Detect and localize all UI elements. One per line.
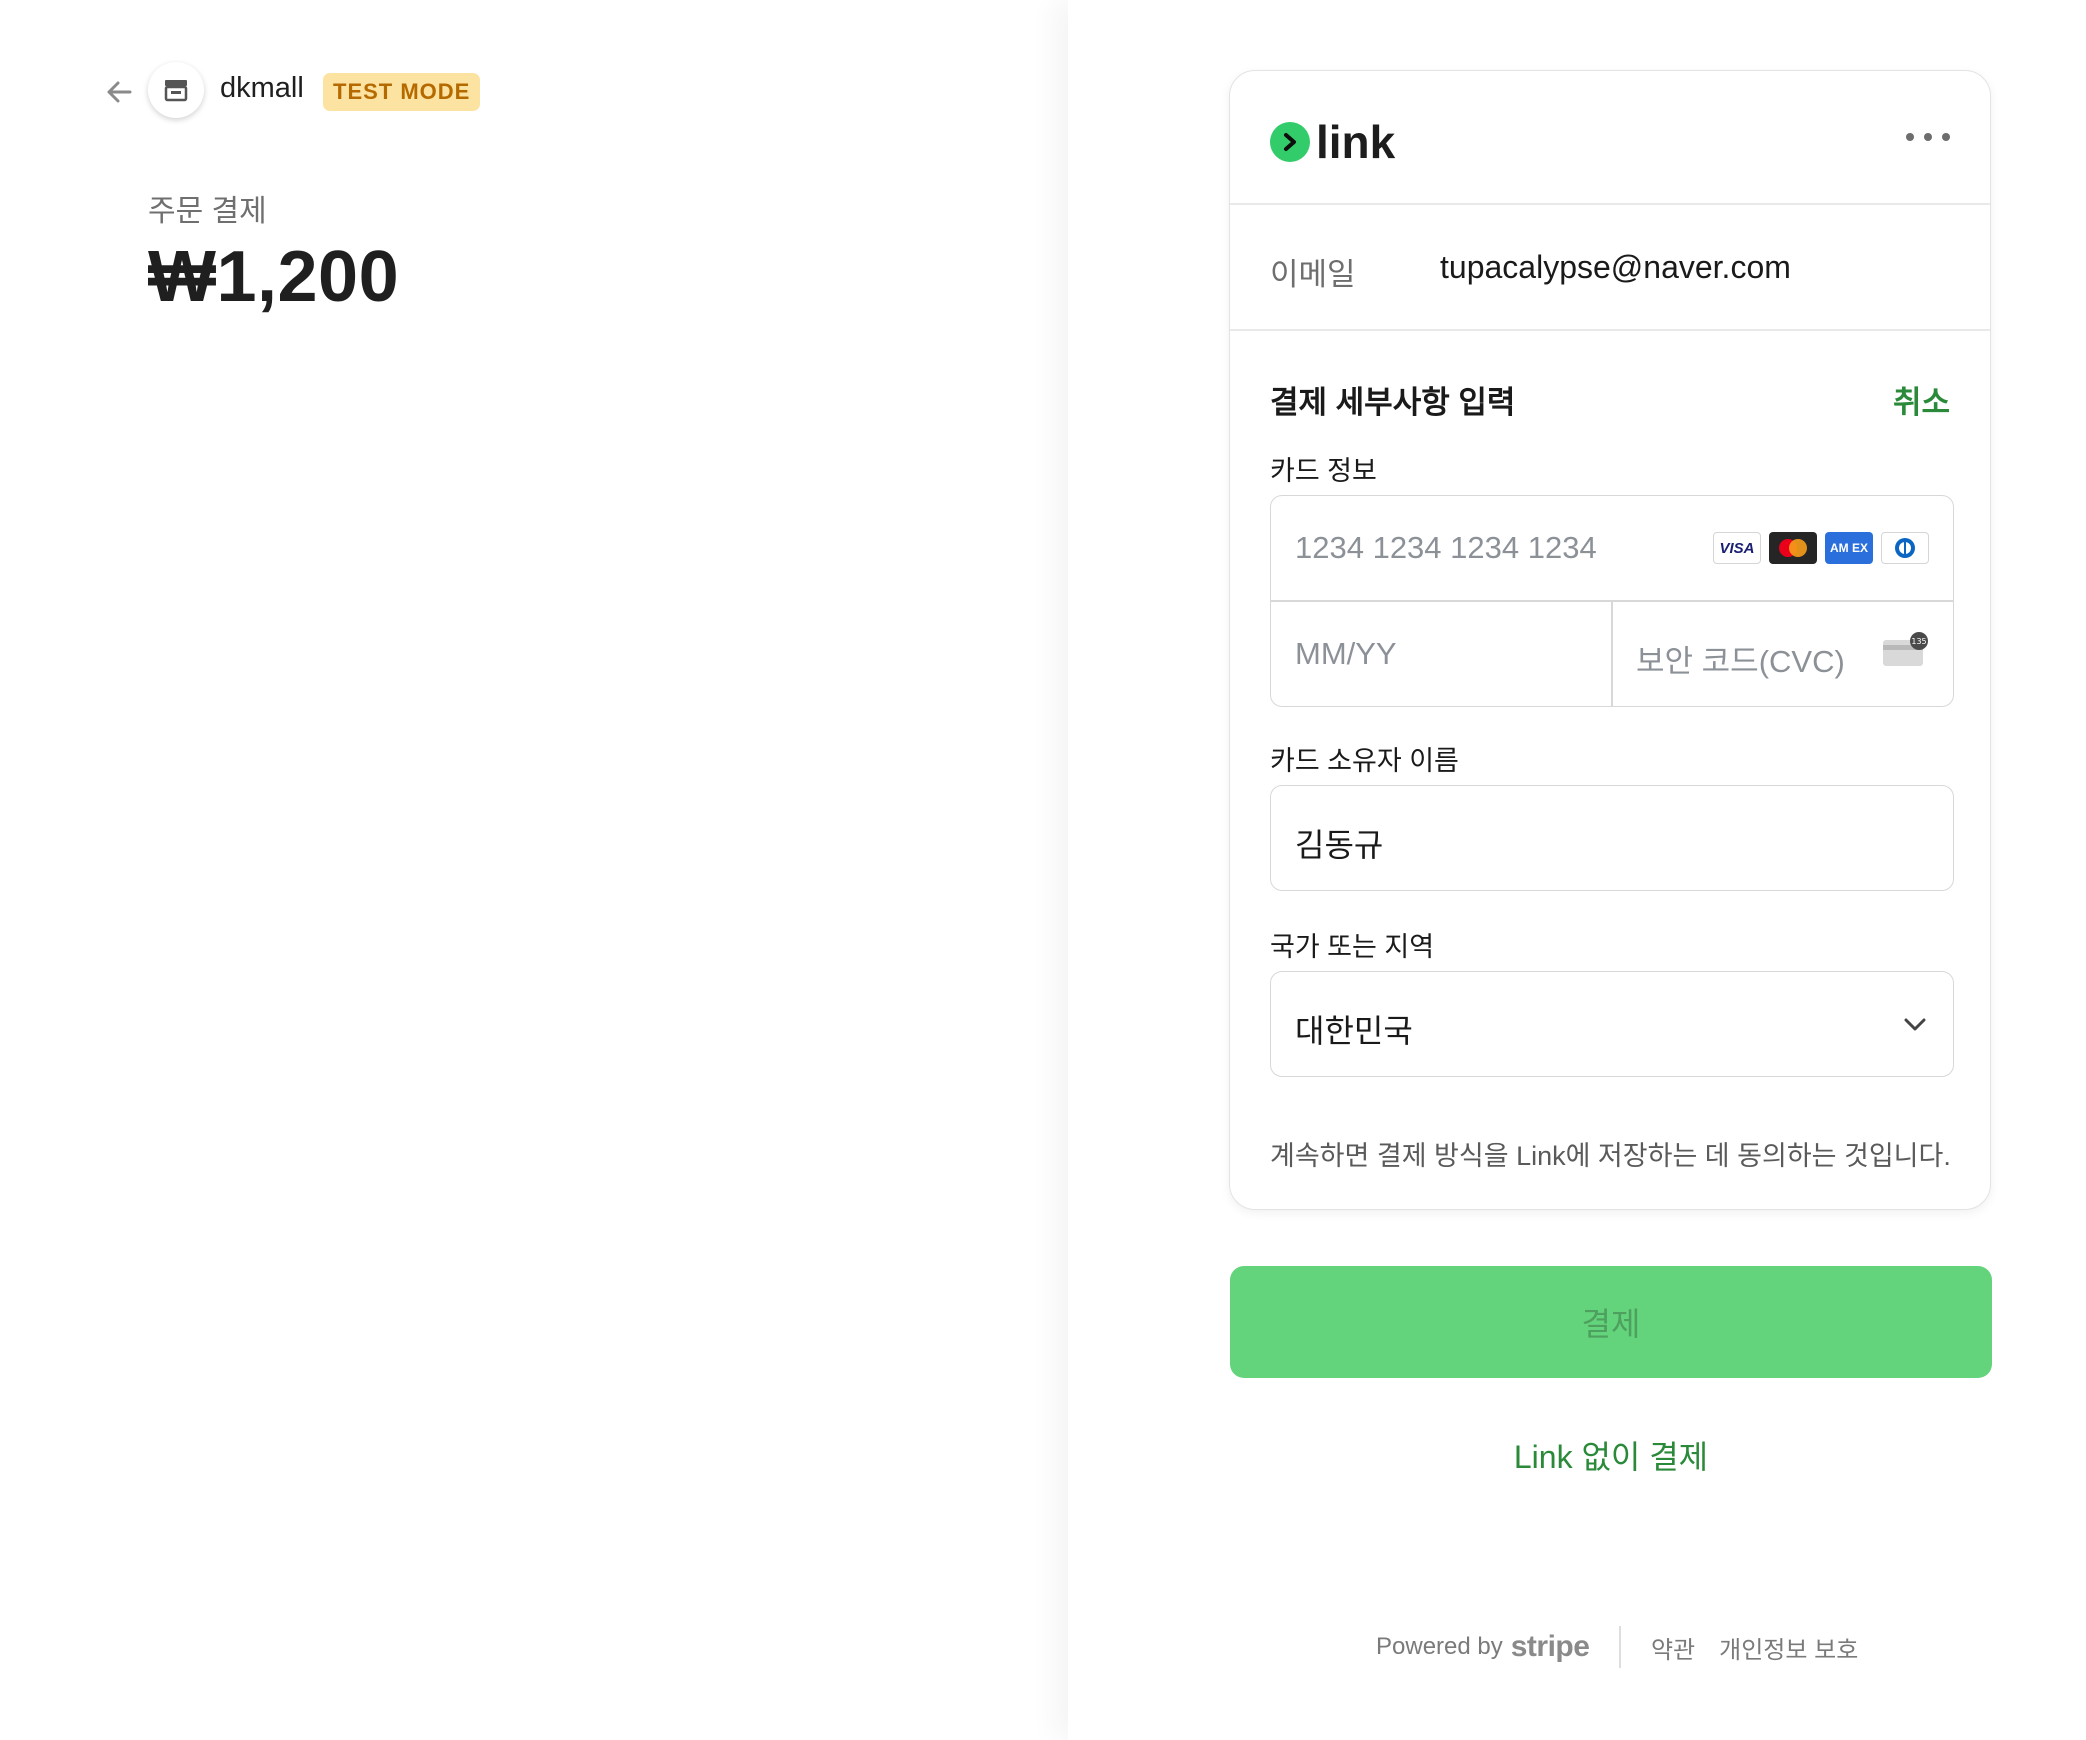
cardholder-label: 카드 소유자 이름 [1270,746,1459,776]
order-label: 주문 결제 [148,195,267,228]
divider [1611,601,1613,706]
cvc-card-icon: 135 [1881,632,1929,673]
order-amount: ₩1,200 [148,237,400,317]
visa-icon: VISA [1713,532,1761,564]
pay-button[interactable]: 결제 [1230,1266,1992,1378]
cvc-icon-text: 135 [1911,637,1926,646]
terms-link[interactable]: 약관 [1651,1630,1695,1665]
merchant-avatar [148,62,204,118]
card-info-label: 카드 정보 [1270,456,1377,486]
divider [1619,1626,1621,1668]
mastercard-icon [1769,532,1817,564]
link-arrow-icon [1270,122,1310,162]
powered-by-text: Powered by [1376,1633,1503,1660]
cardholder-name-value: 김동규 [1295,827,1384,863]
divider [1230,329,1990,331]
card-info-group: 1234 1234 1234 1234 VISA AM EX MM/YY 보안 … [1270,495,1954,707]
cancel-link[interactable]: 취소 [1893,377,1950,422]
consent-text: 계속하면 결제 방식을 Link에 저장하는 데 동의하는 것입니다. [1270,1141,1951,1171]
chevron-down-icon [1904,1018,1926,1031]
card-number-input[interactable]: 1234 1234 1234 1234 [1295,530,1597,566]
more-options-icon[interactable] [1906,123,1950,151]
back-arrow-icon[interactable] [104,74,134,110]
cvc-input[interactable]: 보안 코드(CVC) [1636,636,1845,681]
email-label: 이메일 [1270,257,1356,292]
stripe-logo[interactable]: stripe [1511,1630,1590,1664]
store-icon [164,80,188,102]
link-card: link 이메일 tupacalypse@naver.com 결제 세부사항 입… [1229,70,1991,1210]
section-title: 결제 세부사항 입력 [1270,385,1516,420]
expiry-input[interactable]: MM/YY [1295,636,1397,672]
merchant-name: dkmall [220,72,304,104]
order-summary-pane: dkmall TEST MODE 주문 결제 ₩1,200 [0,0,1068,1740]
email-value: tupacalypse@naver.com [1440,249,1791,285]
cardholder-name-input[interactable]: 김동규 [1270,785,1954,891]
country-label: 국가 또는 지역 [1270,932,1435,962]
country-select[interactable]: 대한민국 [1270,971,1954,1077]
privacy-link[interactable]: 개인정보 보호 [1719,1630,1858,1665]
card-brands: VISA AM EX [1713,532,1929,564]
footer: Powered by stripe 약관 개인정보 보호 [1376,1626,1858,1668]
link-logo: link [1270,115,1395,169]
test-mode-badge: TEST MODE [323,73,481,111]
divider [1230,203,1990,205]
pay-without-link-link[interactable]: Link 없이 결제 [1230,1432,1992,1478]
amex-icon: AM EX [1825,532,1873,564]
link-logo-text: link [1316,116,1396,168]
diners-club-icon [1881,532,1929,564]
country-value: 대한민국 [1295,1013,1413,1049]
